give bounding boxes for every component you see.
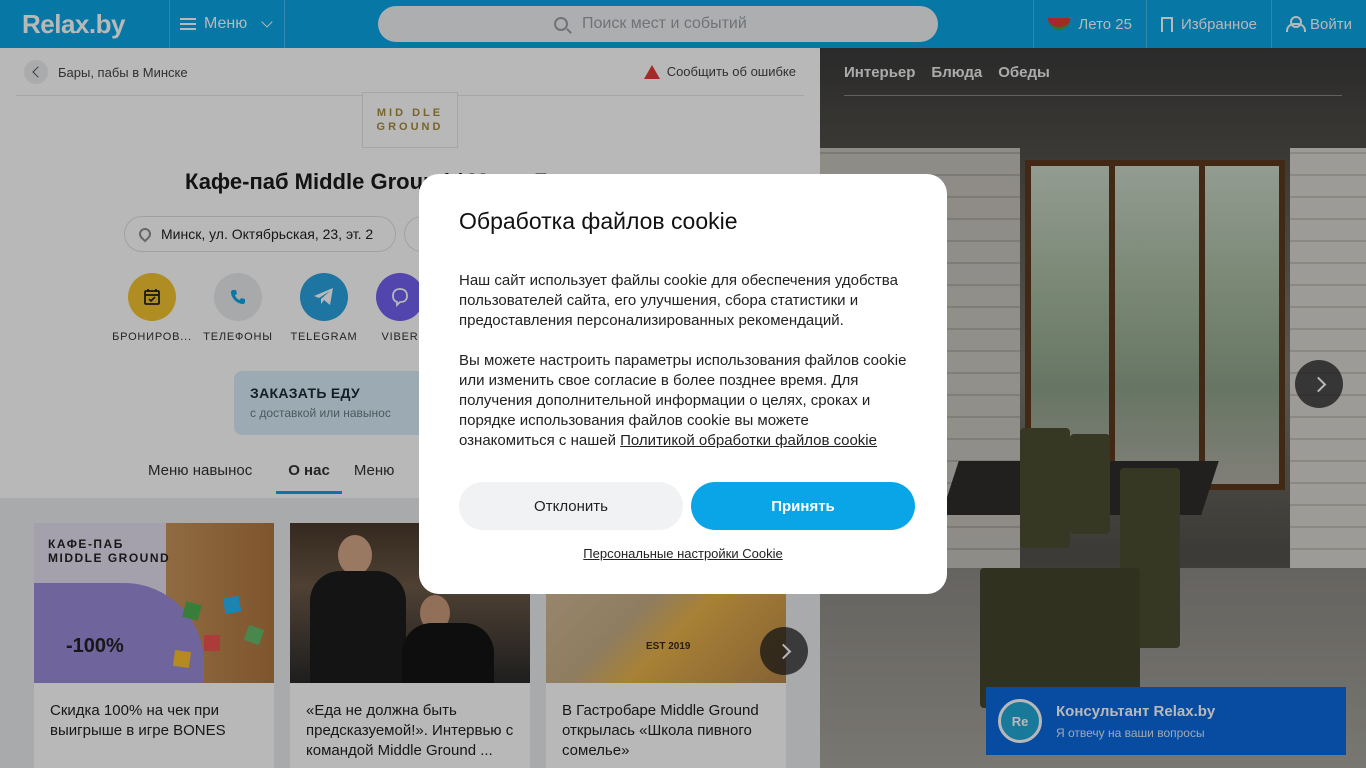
decline-button[interactable]: Отклонить: [459, 482, 683, 530]
cookie-modal: Обработка файлов cookie Наш сайт использ…: [419, 174, 947, 594]
accept-button[interactable]: Принять: [691, 482, 915, 530]
cookie-paragraph-1: Наш сайт использует файлы cookie для обе…: [459, 272, 898, 329]
cookie-paragraph-2: Вы можете настроить параметры использова…: [459, 351, 907, 451]
cookie-modal-title: Обработка файлов cookie: [459, 208, 738, 234]
cookie-policy-link[interactable]: Политикой обработки файлов cookie: [620, 432, 877, 449]
cookie-buttons: Отклонить Принять: [459, 482, 915, 530]
cookie-personal-settings-link[interactable]: Персональные настройки Cookie: [419, 546, 947, 561]
